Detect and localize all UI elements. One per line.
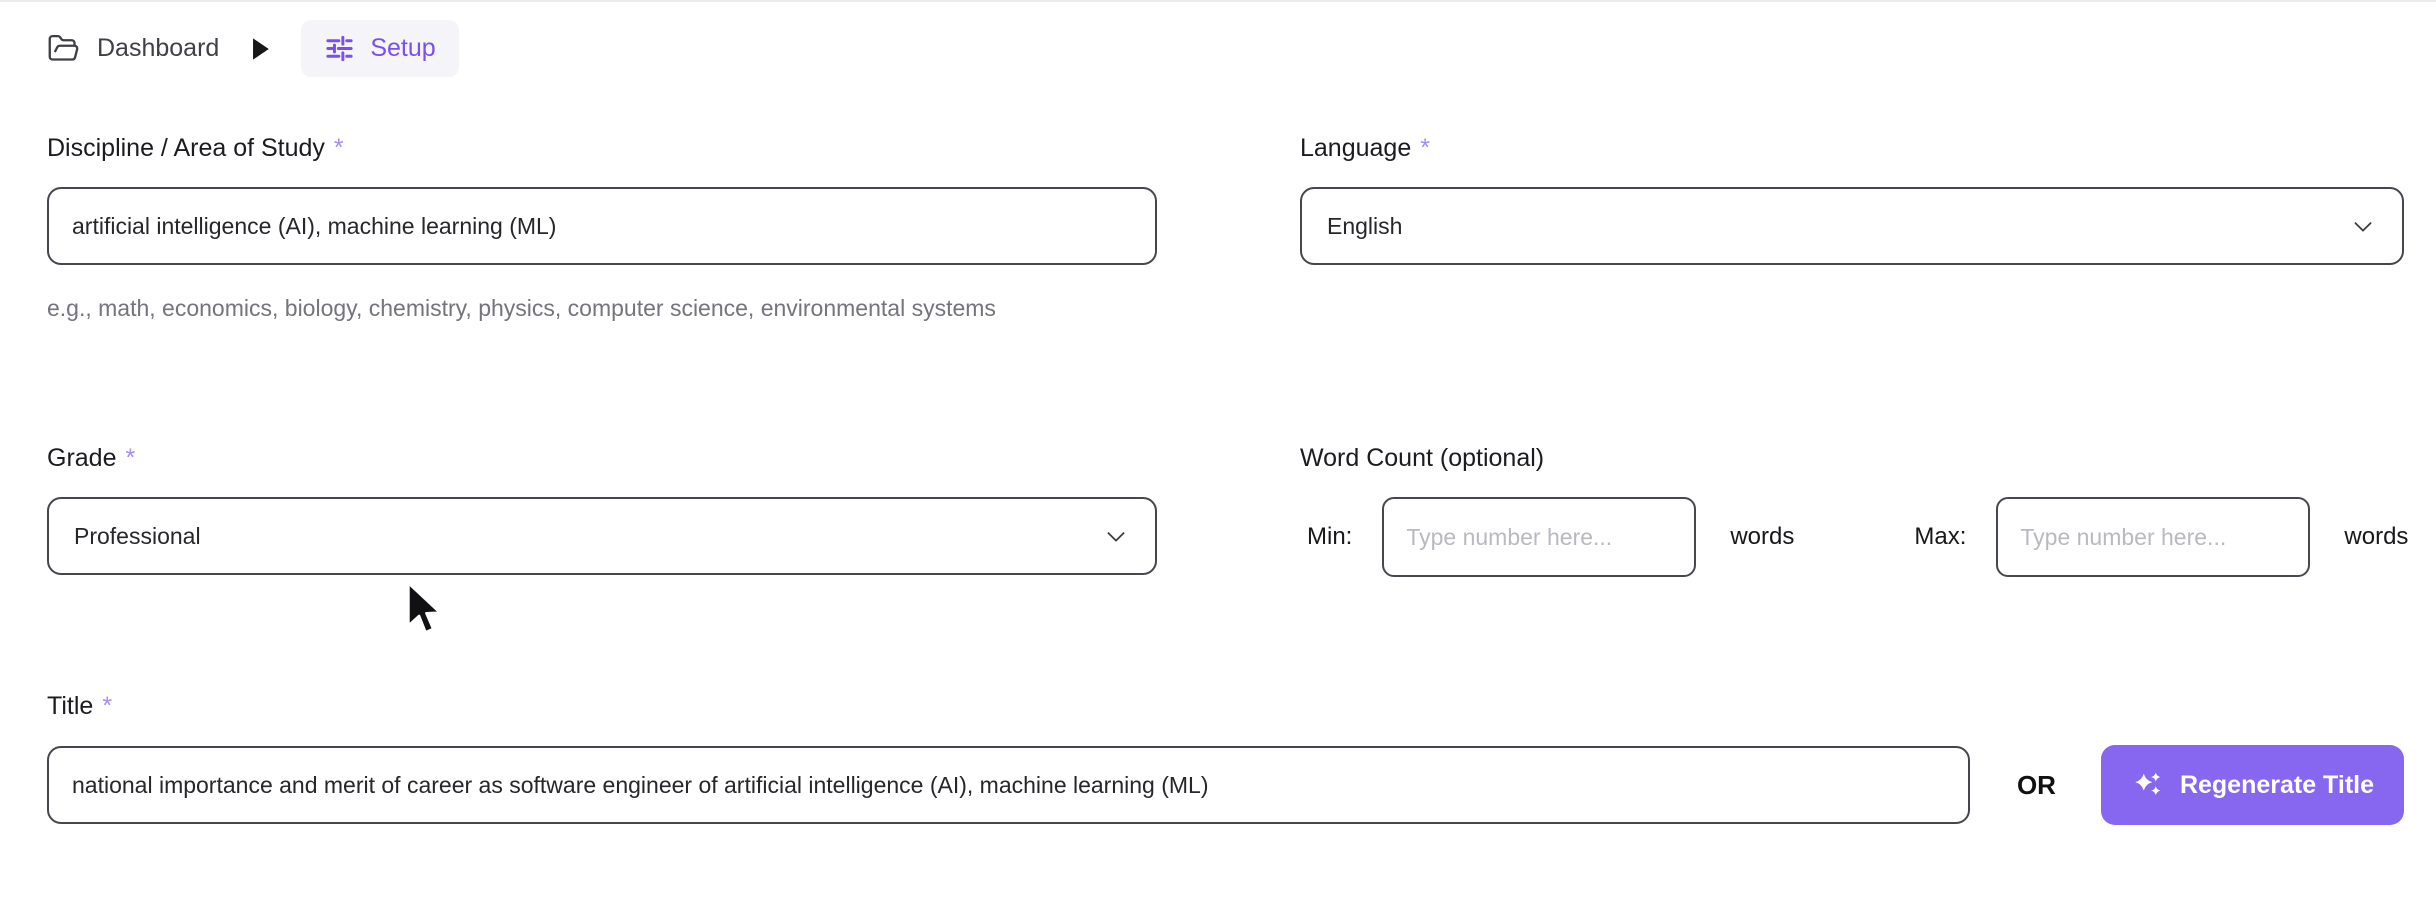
breadcrumb-item-setup[interactable]: Setup xyxy=(301,20,458,77)
breadcrumb-item-dashboard[interactable]: Dashboard xyxy=(47,32,219,65)
discipline-label: Discipline / Area of Study * xyxy=(47,133,1157,164)
discipline-input[interactable] xyxy=(47,187,1157,265)
regenerate-title-button[interactable]: Regenerate Title xyxy=(2101,745,2404,825)
grade-label-text: Grade xyxy=(47,444,116,472)
sliders-icon xyxy=(324,33,355,64)
min-unit-label: words xyxy=(1730,523,1794,551)
grade-label: Grade * xyxy=(47,443,1157,474)
grade-select[interactable]: Professional xyxy=(47,497,1157,575)
discipline-helper-text: e.g., math, economics, biology, chemistr… xyxy=(47,295,1157,322)
language-field-group: Language * English xyxy=(1300,133,2404,265)
folder-open-icon xyxy=(47,32,80,65)
max-label: Max: xyxy=(1914,523,1966,551)
title-label-text: Title xyxy=(47,692,93,720)
title-row: OR Regenerate Title xyxy=(47,745,2404,825)
max-unit-label: words xyxy=(2344,523,2408,551)
title-input[interactable] xyxy=(47,746,1970,824)
grade-field-group: Grade * Professional xyxy=(47,443,1157,575)
max-words-input[interactable] xyxy=(1996,497,2310,577)
breadcrumb-setup-label: Setup xyxy=(370,34,435,63)
triangle-right-icon xyxy=(249,36,271,62)
title-field-group: Title * OR Regenerate Title xyxy=(47,691,2404,825)
language-label-text: Language xyxy=(1300,134,1411,162)
or-label: OR xyxy=(2017,770,2056,801)
chevron-down-icon xyxy=(2349,212,2377,240)
top-divider xyxy=(0,0,2436,2)
discipline-field-group: Discipline / Area of Study * e.g., math, … xyxy=(47,133,1157,322)
required-asterisk: * xyxy=(102,692,112,720)
word-count-label: Word Count (optional) xyxy=(1300,443,2436,474)
min-label: Min: xyxy=(1307,523,1352,551)
word-count-field-group: Word Count (optional) Min: words Max: wo… xyxy=(1300,443,2436,577)
sparkles-icon xyxy=(2131,768,2165,802)
breadcrumb-dashboard-label: Dashboard xyxy=(97,34,219,63)
title-label: Title * xyxy=(47,691,2404,722)
word-count-row: Min: words Max: words xyxy=(1300,497,2436,577)
chevron-down-icon xyxy=(1102,522,1130,550)
language-selected-value: English xyxy=(1327,213,1402,240)
language-select[interactable]: English xyxy=(1300,187,2404,265)
required-asterisk: * xyxy=(125,444,135,472)
min-words-input[interactable] xyxy=(1382,497,1696,577)
required-asterisk: * xyxy=(334,134,344,162)
grade-selected-value: Professional xyxy=(74,523,201,550)
breadcrumb: Dashboard Setup xyxy=(47,20,459,77)
regenerate-title-label: Regenerate Title xyxy=(2180,771,2374,800)
language-label: Language * xyxy=(1300,133,2404,164)
mouse-cursor xyxy=(405,581,443,642)
discipline-label-text: Discipline / Area of Study xyxy=(47,134,325,162)
required-asterisk: * xyxy=(1420,134,1430,162)
